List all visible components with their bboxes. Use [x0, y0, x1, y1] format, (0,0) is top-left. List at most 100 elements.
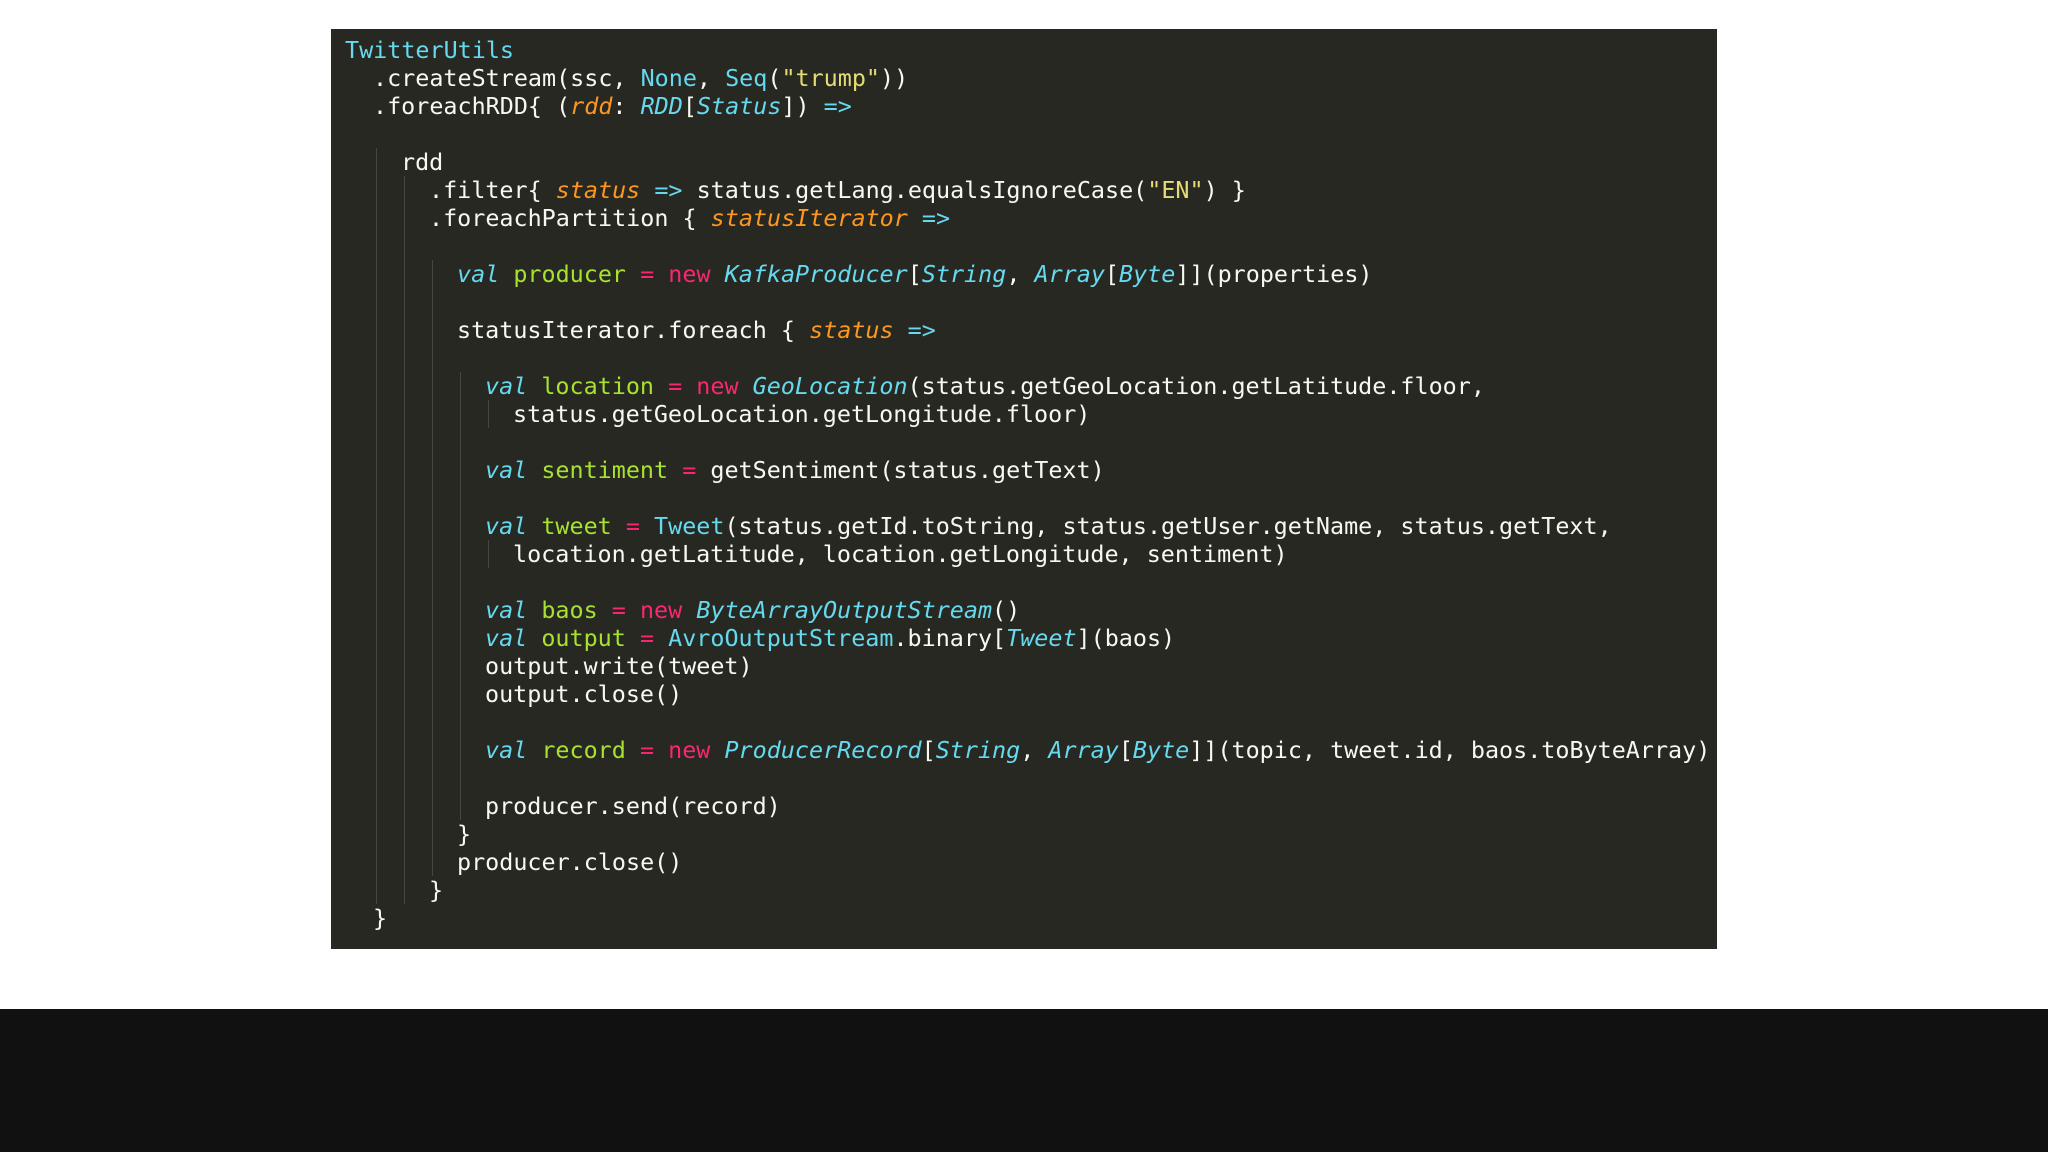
code-token: ]](properties)	[1175, 260, 1373, 288]
indent-guide	[432, 456, 433, 484]
code-line-content: val baos = new ByteArrayOutputStream()	[485, 596, 1020, 624]
code-line-content: statusIterator.foreach { status =>	[457, 316, 936, 344]
code-line: location.getLatitude, location.getLongit…	[345, 540, 1717, 568]
indent-guide	[432, 624, 433, 652]
code-token: None	[640, 64, 697, 92]
indent-guide	[376, 316, 377, 344]
code-line-content: output.write(tweet)	[485, 652, 753, 680]
code-token: Seq	[725, 64, 768, 92]
code-line: producer.send(record)	[345, 792, 1717, 820]
code-line-content: status.getGeoLocation.getLongitude.floor…	[513, 400, 1090, 428]
indent-guide	[432, 288, 433, 316]
indent-guide	[404, 792, 405, 820]
code-token: }	[457, 820, 472, 848]
code-token: rdd	[401, 148, 444, 176]
indent-guide	[460, 372, 461, 400]
indent-guide	[376, 764, 377, 792]
indent-guide	[432, 792, 433, 820]
indent-guide	[376, 456, 377, 484]
code-line-content: val location = new GeoLocation(status.ge…	[485, 372, 1485, 400]
code-token: GeoLocation	[752, 372, 908, 400]
code-line: output.close()	[345, 680, 1717, 708]
code-token: Byte	[1132, 736, 1190, 764]
code-token: output.write(tweet)	[485, 652, 753, 680]
code-block: TwitterUtils .createStream(ssc, None, Seq…	[345, 36, 1717, 932]
indent-guide	[460, 568, 461, 596]
code-line: producer.close()	[345, 848, 1717, 876]
code-line-content: rdd	[401, 148, 443, 176]
indent-guide	[460, 484, 461, 512]
indent-guide	[460, 652, 461, 680]
indent-guide	[432, 764, 433, 792]
code-token: =	[682, 456, 697, 484]
code-line	[345, 232, 1717, 260]
code-token: producer.send(record)	[485, 792, 781, 820]
indent-guide	[376, 512, 377, 540]
code-token: val	[485, 624, 528, 652]
indent-guide	[404, 260, 405, 288]
code-token: [	[1104, 260, 1119, 288]
slide: TwitterUtils .createStream(ssc, None, Seq…	[0, 0, 2048, 1009]
code-token: ProducerRecord	[724, 736, 922, 764]
code-token: val	[485, 512, 528, 540]
indent-guide	[404, 736, 405, 764]
code-token: =	[668, 372, 683, 400]
code-token: ]](topic, tweet.id, baos.toByteArray)	[1189, 736, 1711, 764]
code-token: ,	[1020, 736, 1049, 764]
code-line-content: .createStream(ssc, None, Seq("trump"))	[373, 64, 908, 92]
code-token: .createStream(ssc,	[373, 64, 641, 92]
code-token: =>	[907, 316, 936, 344]
code-line	[345, 428, 1717, 456]
code-line-content: }	[457, 820, 471, 848]
code-line-content: val output = AvroOutputStream.binary[Twe…	[485, 624, 1175, 652]
indent-guide	[404, 820, 405, 848]
indent-guide	[432, 736, 433, 764]
code-token: String	[935, 736, 1021, 764]
indent-guide	[376, 204, 377, 232]
code-token: new	[696, 372, 739, 400]
indent-guide	[432, 596, 433, 624]
code-line	[345, 764, 1717, 792]
code-line-content: producer.close()	[457, 848, 682, 876]
code-line: .createStream(ssc, None, Seq("trump"))	[345, 64, 1717, 92]
code-line-content: val tweet = Tweet(status.getId.toString,…	[485, 512, 1612, 540]
code-token: status	[809, 316, 894, 344]
indent-guide	[432, 680, 433, 708]
indent-guide	[376, 568, 377, 596]
indent-guide	[432, 372, 433, 400]
indent-guide	[376, 680, 377, 708]
indent-guide	[460, 596, 461, 624]
code-line: val record = new ProducerRecord[String, …	[345, 736, 1717, 764]
code-line: .foreachRDD{ (rdd: RDD[Status]) =>	[345, 92, 1717, 120]
code-line-content: location.getLatitude, location.getLongit…	[513, 540, 1288, 568]
code-token: (	[767, 64, 782, 92]
code-line: .foreachPartition { statusIterator =>	[345, 204, 1717, 232]
indent-guide	[404, 484, 405, 512]
code-token: getSentiment(status.getText)	[696, 456, 1105, 484]
code-token: new	[668, 260, 711, 288]
indent-guide	[488, 540, 489, 568]
indent-guide	[460, 764, 461, 792]
indent-guide	[432, 260, 433, 288]
indent-guide	[376, 652, 377, 680]
indent-guide	[460, 540, 461, 568]
code-token: ](baos)	[1076, 624, 1176, 652]
indent-guide	[404, 848, 405, 876]
code-token: }	[373, 904, 388, 932]
code-token: =>	[921, 204, 951, 232]
code-line	[345, 568, 1717, 596]
indent-guide	[404, 876, 405, 904]
